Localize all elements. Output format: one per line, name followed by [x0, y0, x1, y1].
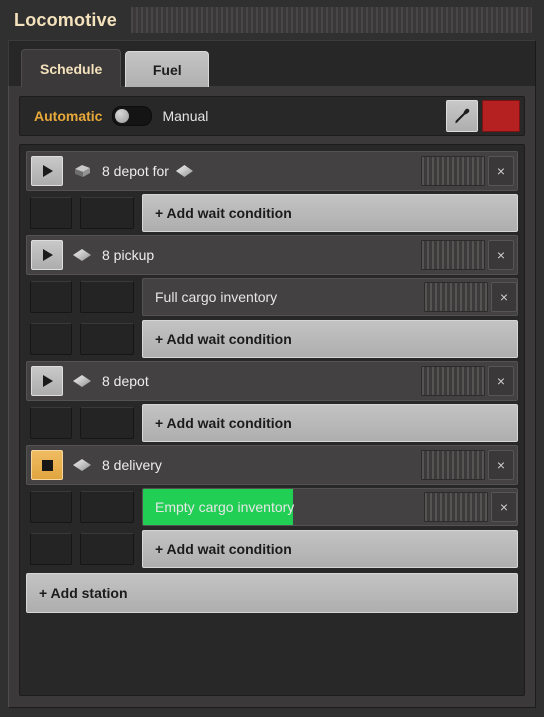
gem-icon — [175, 165, 193, 177]
condition-close-button[interactable]: × — [491, 282, 517, 312]
station-drag-handle[interactable] — [421, 240, 485, 270]
station-block: 8 delivery × Empty cargo inventory × + A… — [26, 445, 518, 569]
station-block: 8 depot for × + Add wait condition — [26, 151, 518, 233]
station-drag-handle[interactable] — [421, 156, 485, 186]
station-name-text: 8 depot — [102, 373, 149, 389]
tab-strip: Schedule Fuel — [8, 40, 536, 87]
gem-glyph — [73, 459, 91, 471]
gem-glyph — [73, 249, 91, 261]
station-close-button[interactable]: × — [488, 156, 514, 186]
condition-logic-slot[interactable] — [30, 533, 72, 565]
automatic-manual-toggle[interactable] — [112, 106, 153, 126]
condition-type-slot[interactable] — [80, 281, 134, 313]
wait-condition-row: + Add wait condition — [26, 403, 518, 443]
condition-drag-handle[interactable] — [424, 282, 488, 312]
gem-glyph — [73, 375, 91, 387]
wait-condition-label: Empty cargo inventory — [155, 499, 295, 515]
schedule-station-list: 8 depot for × + Add wait condition 8 pic… — [19, 144, 525, 696]
wait-condition-item[interactable]: Full cargo inventory × — [142, 278, 518, 316]
condition-type-slot[interactable] — [80, 323, 134, 355]
condition-logic-slot[interactable] — [30, 281, 72, 313]
station-go-button[interactable] — [31, 366, 63, 396]
locomotive-window: Locomotive Schedule Fuel Automatic Manua… — [0, 0, 544, 717]
tab-schedule-label: Schedule — [40, 60, 103, 77]
station-name: 8 delivery — [102, 457, 162, 473]
condition-drag-handle[interactable] — [424, 492, 488, 522]
condition-close-button[interactable]: × — [491, 492, 517, 522]
wait-condition-row: Full cargo inventory × — [26, 277, 518, 317]
wait-condition-row: Empty cargo inventory × — [26, 487, 518, 527]
automatic-mode-label[interactable]: Automatic — [34, 108, 102, 124]
play-icon — [43, 375, 53, 387]
gem-icon — [72, 244, 94, 266]
station-block: 8 pickup × Full cargo inventory × + Add … — [26, 235, 518, 359]
station-go-button[interactable] — [31, 156, 63, 186]
add-wait-condition-label: + Add wait condition — [155, 415, 292, 431]
station-drag-handle[interactable] — [421, 450, 485, 480]
station-row[interactable]: 8 depot for × — [26, 151, 518, 191]
tab-fuel-label: Fuel — [152, 61, 182, 78]
wait-condition-row: + Add wait condition — [26, 529, 518, 569]
gem-icon — [72, 454, 94, 476]
station-row[interactable]: 8 pickup × — [26, 235, 518, 275]
station-close-button[interactable]: × — [488, 366, 514, 396]
station-name: 8 pickup — [102, 247, 154, 263]
condition-type-slot[interactable] — [80, 197, 134, 229]
station-drag-handle[interactable] — [421, 366, 485, 396]
station-row[interactable]: 8 delivery × — [26, 445, 518, 485]
add-wait-condition-button[interactable]: + Add wait condition — [142, 194, 518, 232]
add-wait-condition-label: + Add wait condition — [155, 541, 292, 557]
play-icon — [43, 249, 53, 261]
wait-condition-label: Full cargo inventory — [155, 289, 278, 305]
station-close-button[interactable]: × — [488, 450, 514, 480]
condition-type-slot[interactable] — [80, 533, 134, 565]
condition-logic-slot[interactable] — [30, 491, 72, 523]
add-station-label: + Add station — [39, 585, 128, 601]
title-bar: Locomotive — [0, 0, 544, 40]
add-station-button[interactable]: + Add station — [26, 573, 518, 613]
page-title: Locomotive — [14, 9, 118, 30]
station-close-button[interactable]: × — [488, 240, 514, 270]
stop-icon — [41, 459, 53, 471]
station-row[interactable]: 8 depot × — [26, 361, 518, 401]
station-name: 8 depot for — [102, 163, 193, 179]
condition-logic-slot[interactable] — [30, 197, 72, 229]
cargo-wagon-glyph — [75, 165, 90, 177]
condition-logic-slot[interactable] — [30, 407, 72, 439]
add-wait-condition-label: + Add wait condition — [155, 331, 292, 347]
mode-bar: Automatic Manual — [19, 96, 525, 136]
station-block: 8 depot × + Add wait condition — [26, 361, 518, 443]
add-wait-condition-button[interactable]: + Add wait condition — [142, 404, 518, 442]
toggle-knob — [115, 109, 130, 123]
gem-icon — [72, 370, 94, 392]
eyedropper-icon — [455, 108, 470, 124]
condition-logic-slot[interactable] — [30, 323, 72, 355]
add-wait-condition-button[interactable]: + Add wait condition — [142, 530, 518, 568]
station-name-text: 8 depot for — [102, 163, 169, 179]
tab-fuel[interactable]: Fuel — [125, 51, 210, 87]
wait-condition-item[interactable]: Empty cargo inventory × — [142, 488, 518, 526]
add-wait-condition-button[interactable]: + Add wait condition — [142, 320, 518, 358]
station-go-button[interactable] — [31, 450, 63, 480]
manual-mode-label[interactable]: Manual — [162, 108, 208, 124]
station-go-button[interactable] — [31, 240, 63, 270]
station-name: 8 depot — [102, 373, 149, 389]
cargo-item-icon — [72, 160, 94, 182]
eyedropper-button[interactable] — [446, 100, 478, 132]
add-wait-condition-label: + Add wait condition — [155, 205, 292, 221]
condition-type-slot[interactable] — [80, 407, 134, 439]
station-name-text: 8 delivery — [102, 457, 162, 473]
wait-condition-row: + Add wait condition — [26, 319, 518, 359]
wait-condition-row: + Add wait condition — [26, 193, 518, 233]
condition-type-slot[interactable] — [80, 491, 134, 523]
schedule-panel: Automatic Manual 8 depot for × + Add wai… — [8, 86, 536, 708]
window-drag-handle[interactable] — [131, 7, 532, 33]
play-icon — [43, 165, 53, 177]
tab-schedule[interactable]: Schedule — [21, 49, 122, 87]
train-color-swatch[interactable] — [482, 100, 520, 132]
station-name-text: 8 pickup — [102, 247, 155, 263]
